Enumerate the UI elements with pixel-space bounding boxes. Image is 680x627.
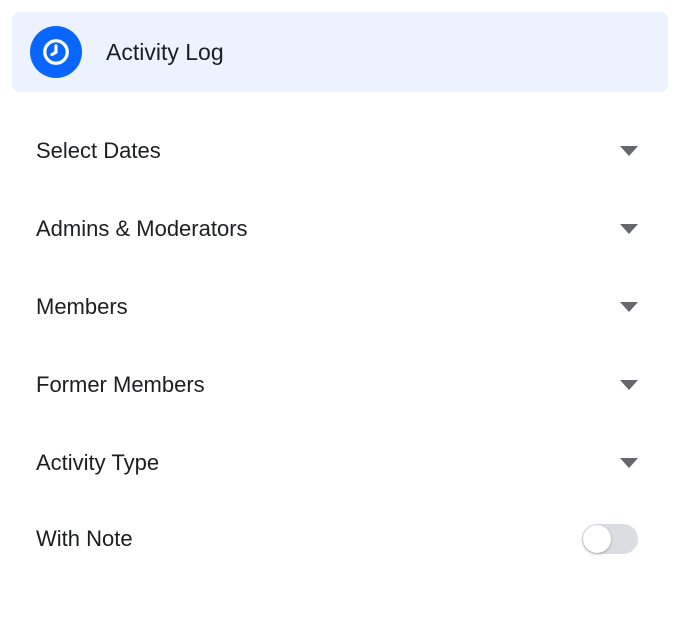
filter-activity-type[interactable]: Activity Type	[36, 424, 644, 502]
filter-label: Members	[36, 294, 128, 320]
toggle-knob	[583, 525, 611, 553]
chevron-down-icon	[620, 146, 638, 156]
chevron-down-icon	[620, 302, 638, 312]
chevron-down-icon	[620, 224, 638, 234]
activity-log-panel: Activity Log Select Dates Admins & Moder…	[0, 0, 680, 572]
filter-label: Former Members	[36, 372, 205, 398]
filter-select-dates[interactable]: Select Dates	[36, 112, 644, 190]
page-title: Activity Log	[106, 39, 224, 66]
clock-icon	[30, 26, 82, 78]
filter-label: Admins & Moderators	[36, 216, 248, 242]
filters-list: Select Dates Admins & Moderators Members…	[12, 92, 668, 560]
with-note-toggle[interactable]	[582, 524, 638, 554]
filter-members[interactable]: Members	[36, 268, 644, 346]
filter-label: Activity Type	[36, 450, 159, 476]
toggle-label: With Note	[36, 526, 133, 552]
filter-admins-moderators[interactable]: Admins & Moderators	[36, 190, 644, 268]
filter-former-members[interactable]: Former Members	[36, 346, 644, 424]
with-note-row: With Note	[36, 502, 644, 560]
filter-label: Select Dates	[36, 138, 161, 164]
chevron-down-icon	[620, 380, 638, 390]
activity-log-header[interactable]: Activity Log	[12, 12, 668, 92]
chevron-down-icon	[620, 458, 638, 468]
